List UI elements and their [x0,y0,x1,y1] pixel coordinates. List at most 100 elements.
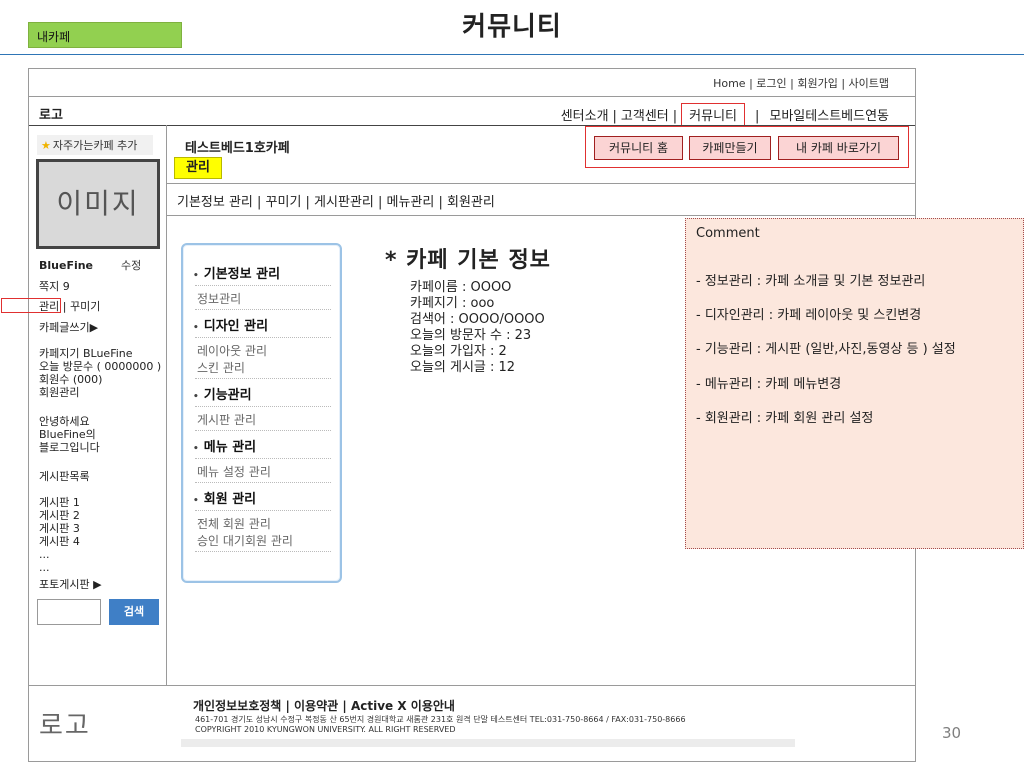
cafe-stats: 카페지기 BLueFine 오늘 방문수 ( 0000000 ) 회원수 (00… [39,347,161,399]
board-ellipsis: ... [39,548,50,561]
menu-item-info[interactable]: 정보관리 [197,290,241,307]
nav-item-mobile-testbed[interactable]: 모바일테스트베드연동 [769,105,889,124]
menu-item-layout[interactable]: 레이아웃 관리 [197,342,267,359]
cafe-header-divider [166,183,915,184]
comment-item: - 디자인관리 : 카페 레이아웃 및 스킨변경 [696,308,922,323]
edit-link[interactable]: 수정 [121,259,141,272]
board-ellipsis: ... [39,561,50,574]
menu-item-menu-settings[interactable]: 메뉴 설정 관리 [197,463,271,480]
comment-note: Comment - 정보관리 : 카페 소개글 및 기본 정보관리 - 디자인관… [685,218,1024,549]
cafe-name: 테스트베드1호카페 [185,141,290,156]
board-link-1[interactable]: 게시판 1 [39,496,80,509]
cafe-info-title: * 카페 기본 정보 [385,248,551,273]
highlight-box [1,298,61,313]
menu-heading-label: 회원 관리 [203,492,257,507]
menu-divider [195,378,331,379]
menu-heading-label: 메뉴 관리 [203,440,257,455]
messages-link[interactable]: 쪽지 9 [39,280,70,293]
sidebar-divider [166,125,167,685]
footer-copyright: COPYRIGHT 2010 KYUNGWON UNIVERSITY. ALL … [195,725,456,734]
nav-item-center-intro[interactable]: 센터소개 [561,105,609,124]
footer-info: 461-701 경기도 성남시 수정구 복정동 산 65번지 경원대학교 새롬관… [195,715,686,735]
bullet-icon: • [193,444,199,454]
search-button[interactable]: 검색 [109,599,159,625]
stat-member-count: 회원수 (000) [39,373,103,386]
header-divider [29,96,915,97]
go-to-my-cafe-button[interactable]: 내 카페 바로가기 [778,136,899,160]
footer-address: 461-701 경기도 성남시 수정구 복정동 산 65번지 경원대학교 새롬관… [195,715,686,724]
slide-title: 커뮤니티 [462,12,562,42]
bullet-icon: • [193,323,199,333]
greeting-line: 안녕하세요 [39,415,90,428]
site-logo[interactable]: 로고 [39,104,63,123]
search-input[interactable] [37,599,101,625]
greeting-line: 블로그입니다 [39,441,100,454]
favorite-label: 자주가는카페 추가 [52,139,138,152]
menu-heading-label: 기능관리 [203,388,252,403]
cafe-image-placeholder: 이미지 [36,159,160,249]
menu-item-board[interactable]: 게시판 관리 [197,411,256,428]
admin-menu-panel: • 기본정보 관리 정보관리 • 디자인 관리 레이아웃 관리 스킨 관리 • 기능관… [181,243,342,583]
community-home-button[interactable]: 커뮤니티 홈 [594,136,683,160]
menu-item-skin[interactable]: 스킨 관리 [197,359,245,376]
comment-item: - 정보관리 : 카페 소개글 및 기본 정보관리 [696,274,926,289]
menu-divider [195,551,331,552]
add-favorite-cafe[interactable]: ★ 자주가는카페 추가 [37,135,153,155]
footer-bar [181,739,795,747]
menu-item-pending-members[interactable]: 승인 대기회원 관리 [197,532,293,549]
write-post-link[interactable]: 카페글쓰기▶ [39,321,98,334]
menu-item-all-members[interactable]: 전체 회원 관리 [197,515,271,532]
page-number: 30 [942,724,962,742]
nav-separator: | [755,109,760,124]
nav-separator: | [612,109,617,124]
stat-cafe-owner: 카페지기 BLueFine [39,347,133,360]
bullet-icon: • [193,496,199,506]
menu-heading-label: 기본정보 관리 [203,267,281,282]
create-cafe-button[interactable]: 카페만들기 [689,136,771,160]
menu-heading-design[interactable]: • 디자인 관리 [193,315,268,334]
user-name: BlueFine [39,259,94,272]
menu-divider [195,285,331,286]
nav-item-customer-center[interactable]: 고객센터 [621,105,669,124]
nav-separator: | [672,109,678,124]
menu-divider [195,337,331,338]
profile-row: BlueFine 수정 [39,259,159,272]
decorate-link[interactable]: | 꾸미기 [63,300,101,313]
menu-divider [195,458,331,459]
board-link-3[interactable]: 게시판 3 [39,522,80,535]
menu-divider [195,406,331,407]
comment-item: - 기능관리 : 게시판 (일반,사진,동영상 등 ) 설정 [696,342,956,357]
footer-logo: 로고 [39,711,91,741]
bullet-icon: • [193,271,199,281]
utility-links[interactable]: Home | 로그인 | 회원가입 | 사이트맵 [713,75,889,91]
board-link-4[interactable]: 게시판 4 [39,535,80,548]
cafe-button-group: 커뮤니티 홈 카페만들기 내 카페 바로가기 [585,126,909,168]
comment-title: Comment [696,226,760,241]
member-manage-link[interactable]: 회원관리 [39,386,161,399]
bullet-icon: • [193,392,199,402]
menu-heading-member[interactable]: • 회원 관리 [193,488,256,507]
comment-item: - 회원관리 : 카페 회원 관리 설정 [696,411,874,426]
menu-divider [195,482,331,483]
comment-item: - 메뉴관리 : 카페 메뉴변경 [696,377,842,392]
greeting: 안녕하세요 BlueFine의 블로그입니다 [39,415,100,454]
menu-heading-label: 디자인 관리 [203,319,269,334]
menu-heading-menu[interactable]: • 메뉴 관리 [193,436,256,455]
menu-divider [195,510,331,511]
menu-heading-function[interactable]: • 기능관리 [193,384,252,403]
menu-heading-basic[interactable]: • 기본정보 관리 [193,263,280,282]
title-divider [0,54,1024,55]
stat-today-visits: 오늘 방문수 ( 0000000 ) [39,360,162,373]
admin-sub-nav[interactable]: 기본정보 관리 | 꾸미기 | 게시판관리 | 메뉴관리 | 회원관리 [177,191,495,210]
board-list-title: 게시판목록 [39,470,90,483]
greeting-line: BlueFine의 [39,428,96,441]
nav-item-community[interactable]: 커뮤니티 [681,103,745,126]
menu-divider [195,309,331,310]
board-link-2[interactable]: 게시판 2 [39,509,80,522]
photo-board-link[interactable]: 포토게시판 ▶ [39,578,102,591]
star-icon: ★ [41,139,51,152]
admin-tag[interactable]: 관리 [174,157,222,179]
board-list: 게시판 1 게시판 2 게시판 3 게시판 4 ... ... [39,496,80,574]
footer-links[interactable]: 개인정보보호정책 | 이용약관 | Active X 이용안내 [193,697,455,714]
subnav-divider [166,215,915,216]
